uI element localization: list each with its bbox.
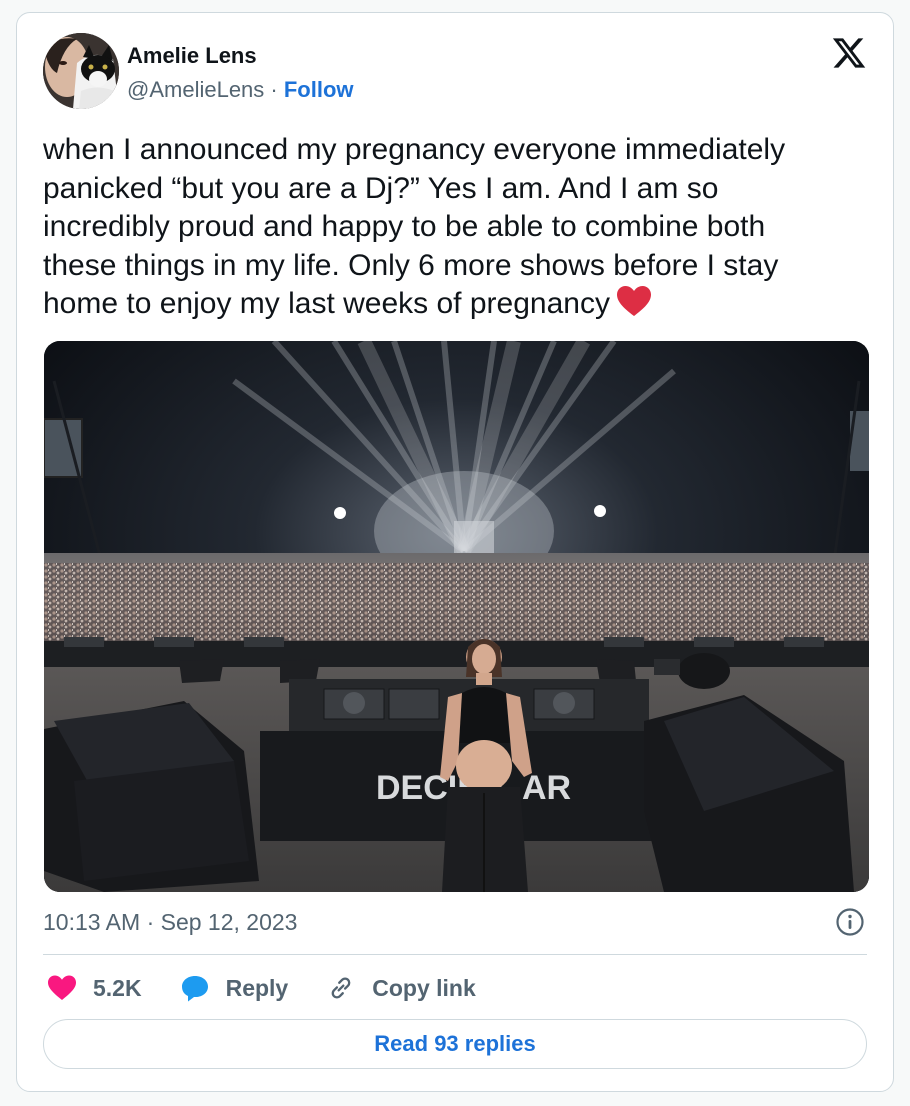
author-handle[interactable]: @AmelieLens (127, 77, 264, 102)
tweet-text: when I announced my pregnancy everyone i… (43, 131, 843, 328)
x-logo-icon[interactable] (831, 35, 867, 71)
like-count: 5.2K (93, 974, 142, 1001)
tweet-actions: 5.2K Reply Copy link (47, 971, 514, 1005)
reply-button[interactable]: Reply (180, 974, 289, 1002)
read-replies-button[interactable]: Read 93 replies (43, 1019, 867, 1069)
avatar[interactable] (43, 33, 119, 109)
tweet-body: when I announced my pregnancy everyone i… (43, 133, 786, 320)
author-name[interactable]: Amelie Lens (127, 43, 257, 69)
divider (43, 954, 867, 955)
tweet-card: Amelie Lens @AmelieLens · Follow when I … (16, 12, 894, 1092)
info-icon[interactable] (835, 907, 865, 937)
author-handle-row: @AmelieLens · Follow (127, 77, 354, 103)
reply-label: Reply (225, 974, 289, 1001)
handle-separator: · (264, 77, 284, 102)
copy-link-label: Copy link (372, 974, 476, 1001)
red-heart-emoji-icon (616, 285, 652, 328)
banner-text-right: AR (522, 769, 571, 807)
tweet-timestamp[interactable]: 10:13 AM · Sep 12, 2023 (43, 909, 297, 936)
reply-bubble-icon (181, 976, 208, 1002)
follow-button[interactable]: Follow (284, 77, 354, 102)
copy-link-button[interactable]: Copy link (326, 974, 476, 1002)
like-button[interactable]: 5.2K (47, 974, 142, 1002)
heart-icon (48, 975, 76, 1000)
tweet-photo[interactable]: DECIBE AR (44, 341, 869, 892)
link-icon (331, 977, 351, 999)
